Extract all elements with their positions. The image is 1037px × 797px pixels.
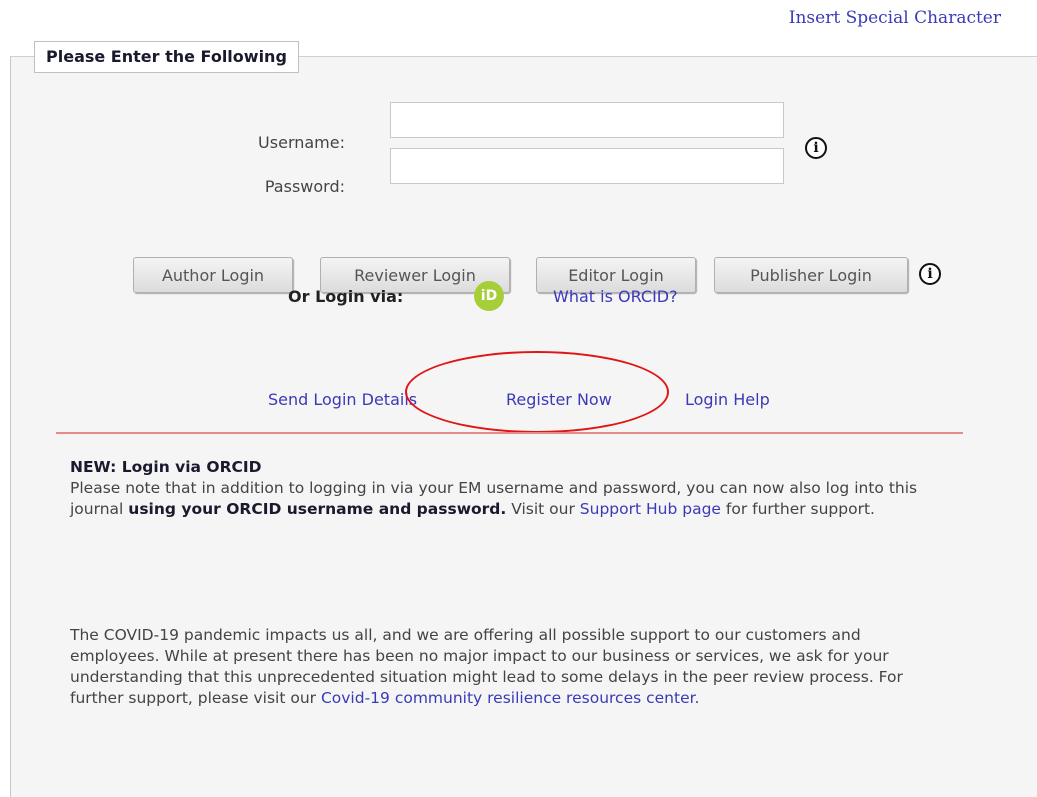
- register-now-link[interactable]: Register Now: [506, 390, 612, 409]
- form-legend: Please Enter the Following: [34, 41, 299, 73]
- section-divider: [56, 432, 963, 434]
- what-is-orcid-link[interactable]: What is ORCID?: [553, 287, 678, 306]
- username-label: Username:: [258, 133, 345, 152]
- orcid-notice: NEW: Login via ORCID Please note that in…: [70, 457, 950, 520]
- covid-resources-link[interactable]: Covid-19 community resilience resources …: [321, 689, 700, 707]
- credentials-info-icon[interactable]: i: [805, 137, 827, 159]
- username-input[interactable]: [390, 102, 784, 138]
- password-input[interactable]: [390, 148, 784, 184]
- publisher-login-button[interactable]: Publisher Login: [714, 257, 908, 293]
- send-login-details-link[interactable]: Send Login Details: [268, 390, 417, 409]
- password-label: Password:: [264, 177, 345, 196]
- orcid-notice-bold: using your ORCID username and password.: [128, 500, 507, 518]
- orcid-notice-heading: NEW: Login via ORCID: [70, 458, 262, 476]
- covid-notice: The COVID-19 pandemic impacts us all, an…: [70, 625, 950, 709]
- orcid-notice-text-3: for further support.: [720, 500, 875, 518]
- login-help-link[interactable]: Login Help: [685, 390, 770, 409]
- or-login-via-label: Or Login via:: [288, 287, 404, 306]
- insert-special-character-link[interactable]: Insert Special Character: [789, 8, 1001, 28]
- support-hub-link[interactable]: Support Hub page: [580, 500, 721, 518]
- orcid-login-icon[interactable]: iD: [474, 281, 504, 311]
- login-roles-info-icon[interactable]: i: [919, 263, 941, 285]
- orcid-notice-text-2: Visit our: [506, 500, 580, 518]
- author-login-button[interactable]: Author Login: [133, 257, 293, 293]
